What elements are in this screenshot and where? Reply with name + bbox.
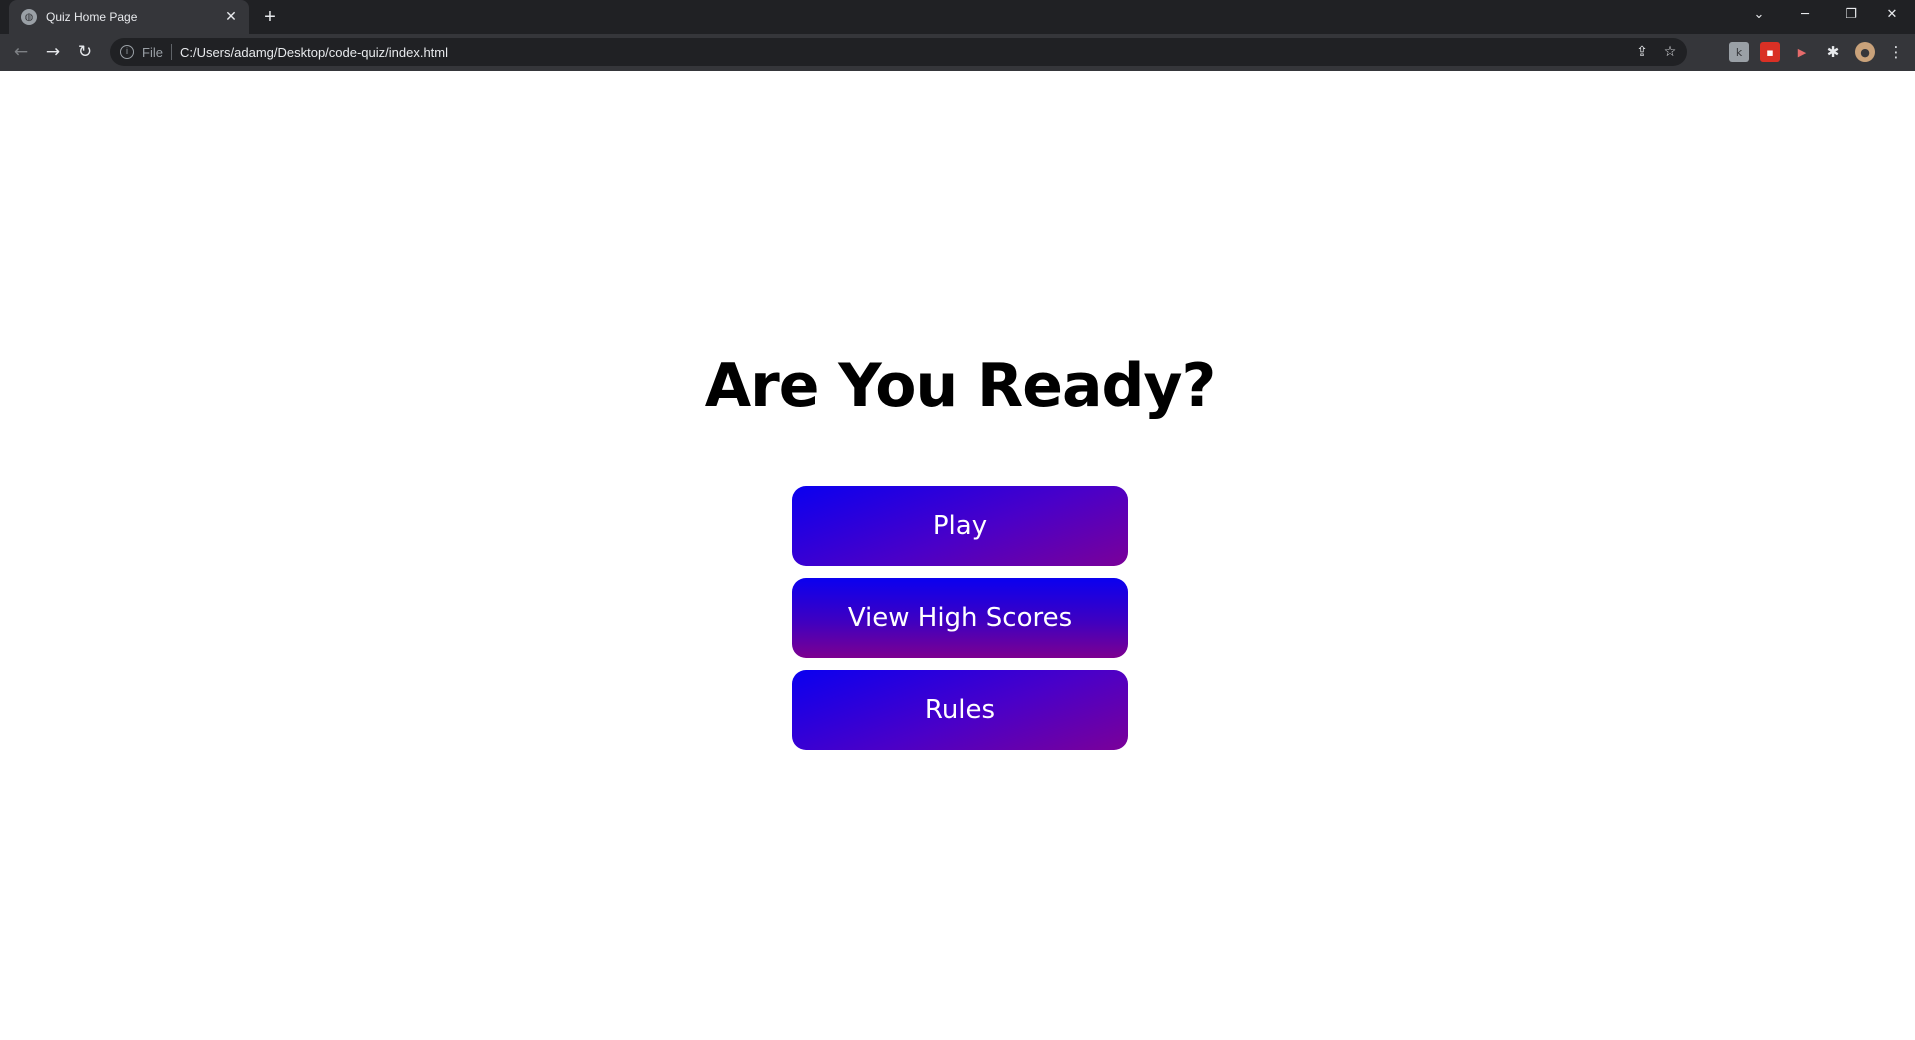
browser-chrome: ◍ Quiz Home Page ✕ + ⌄ ─ ❐ ✕ ← → ↻ i Fil… <box>0 0 1915 71</box>
restore-icon[interactable]: ❐ <box>1828 0 1874 30</box>
tab-title: Quiz Home Page <box>46 10 138 24</box>
info-icon[interactable]: i <box>120 45 134 59</box>
globe-icon: ◍ <box>21 9 37 25</box>
tab-search-chevron-icon[interactable]: ⌄ <box>1736 0 1782 30</box>
close-window-icon[interactable]: ✕ <box>1869 0 1915 30</box>
extension-red-icon[interactable]: ▪ <box>1760 42 1780 62</box>
menu-kebab-icon[interactable]: ⋮ <box>1886 42 1906 62</box>
address-bar[interactable]: i File C:/Users/adamg/Desktop/code-quiz/… <box>110 38 1687 66</box>
forward-arrow-icon[interactable]: → <box>41 40 65 64</box>
puzzle-icon[interactable]: ✱ <box>1823 42 1843 62</box>
share-icon[interactable]: ⇪ <box>1631 44 1653 60</box>
url-text[interactable]: C:/Users/adamg/Desktop/code-quiz/index.h… <box>180 45 1631 60</box>
new-tab-button[interactable]: + <box>258 5 282 29</box>
back-arrow-icon[interactable]: ← <box>9 40 33 64</box>
scheme-label: File <box>142 44 163 60</box>
rules-button[interactable]: Rules <box>792 670 1128 750</box>
play-button[interactable]: Play <box>792 486 1128 566</box>
tab-strip: ◍ Quiz Home Page ✕ + ⌄ ─ ❐ ✕ <box>0 0 1915 34</box>
extension-k-icon[interactable]: k <box>1729 42 1749 62</box>
bookmark-star-icon[interactable]: ☆ <box>1659 44 1681 60</box>
view-high-scores-button[interactable]: View High Scores <box>792 578 1128 658</box>
divider <box>170 44 172 60</box>
page-content: Are You Ready? Play View High Scores Rul… <box>0 71 1915 1040</box>
avatar[interactable]: ● <box>1855 42 1875 62</box>
extension-record-icon[interactable]: ▶ <box>1792 42 1812 62</box>
toolbar: ← → ↻ i File C:/Users/adamg/Desktop/code… <box>0 34 1915 71</box>
reload-icon[interactable]: ↻ <box>73 40 97 64</box>
page-title: Are You Ready? <box>704 351 1217 421</box>
close-tab-icon[interactable]: ✕ <box>223 9 239 25</box>
minimize-icon[interactable]: ─ <box>1782 0 1828 30</box>
tab-quiz-home[interactable]: ◍ Quiz Home Page ✕ <box>9 0 249 34</box>
